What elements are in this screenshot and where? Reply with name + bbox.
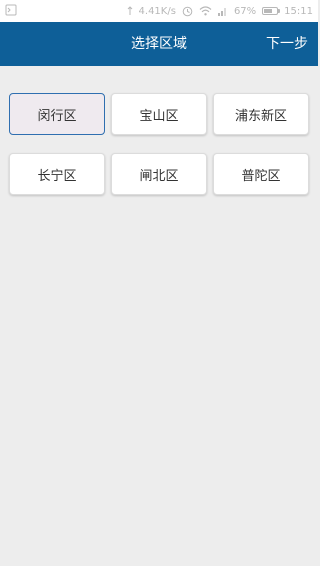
district-button[interactable]: 普陀区 xyxy=(213,153,309,195)
status-bar: 4.41K/s 67% 15:11 xyxy=(0,0,318,22)
district-button[interactable]: 闸北区 xyxy=(111,153,207,195)
battery-icon xyxy=(262,7,281,15)
alarm-icon xyxy=(182,6,193,17)
battery-level xyxy=(264,9,273,13)
district-button-selected[interactable]: 闵行区 xyxy=(9,93,105,135)
district-grid: 闵行区 宝山区 浦东新区 长宁区 闸北区 普陀区 xyxy=(9,93,309,195)
wifi-icon xyxy=(199,6,212,16)
screenshot-icon xyxy=(5,4,17,16)
status-right: 4.41K/s 67% 15:11 xyxy=(127,0,313,22)
district-button[interactable]: 长宁区 xyxy=(9,153,105,195)
speed-icon xyxy=(127,6,133,16)
network-speed: 4.41K/s xyxy=(138,5,176,17)
signal-icon xyxy=(217,6,228,16)
clock: 15:11 xyxy=(284,5,313,17)
app-bar: 选择区域 下一步 xyxy=(0,22,318,66)
district-button[interactable]: 宝山区 xyxy=(111,93,207,135)
district-button[interactable]: 浦东新区 xyxy=(213,93,309,135)
battery-percent: 67% xyxy=(233,5,257,17)
next-step-button[interactable]: 下一步 xyxy=(266,22,308,66)
